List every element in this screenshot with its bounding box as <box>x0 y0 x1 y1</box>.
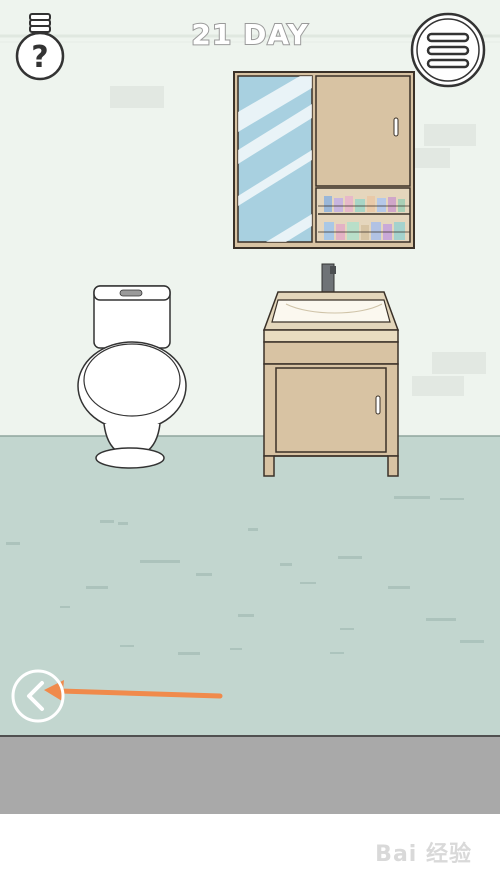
lightbulb-question-icon: ? <box>15 13 65 81</box>
chevron-left-icon <box>11 669 65 723</box>
sink-vanity[interactable] <box>262 263 400 477</box>
sink-basin[interactable] <box>271 299 391 323</box>
svg-text:?: ? <box>31 40 48 75</box>
back-button[interactable] <box>10 668 66 724</box>
hamburger-menu-icon <box>410 12 486 88</box>
flush-button[interactable] <box>119 289 143 297</box>
bathroom-scene <box>0 0 500 889</box>
menu-button[interactable] <box>406 10 490 94</box>
bottom-bar <box>0 736 500 814</box>
game-stage: 21 DAY ? Bai 经验 <box>0 0 500 889</box>
hint-button[interactable]: ? <box>14 10 66 84</box>
vanity-door[interactable] <box>275 367 387 453</box>
mirror-cabinet[interactable] <box>233 71 415 249</box>
